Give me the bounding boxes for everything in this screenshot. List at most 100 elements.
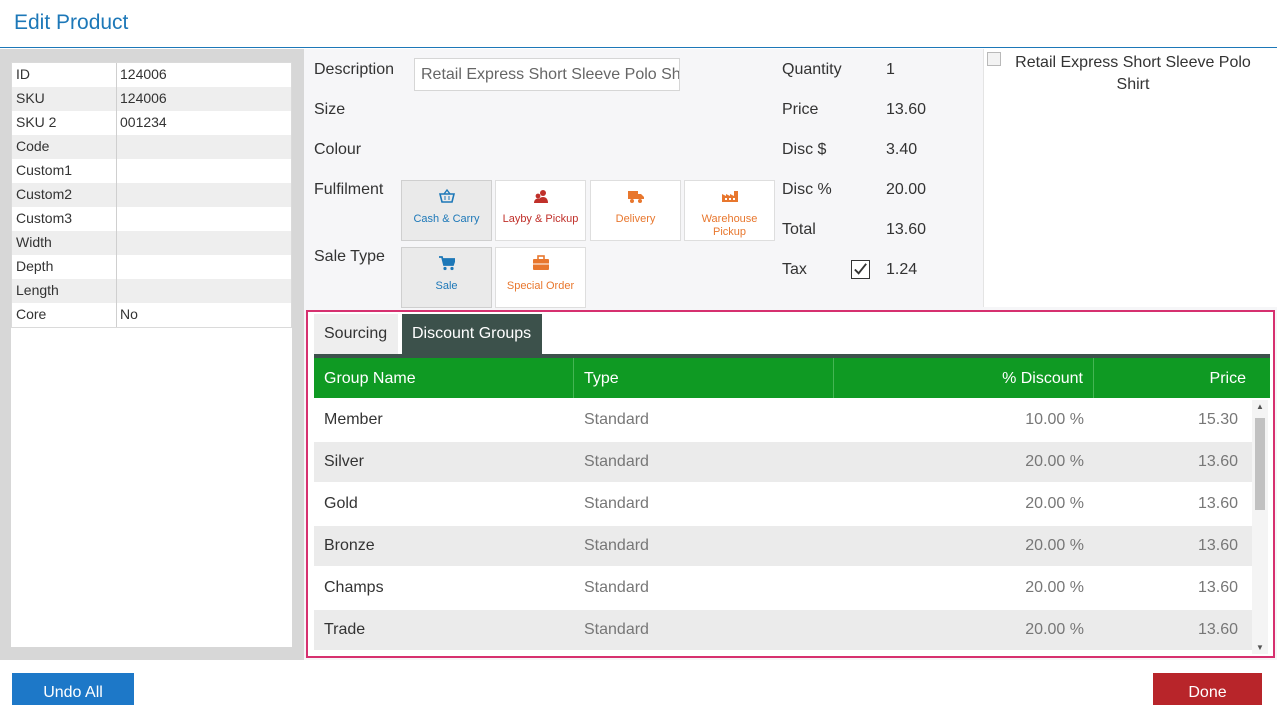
tab-discount-groups[interactable]: Discount Groups: [402, 314, 542, 354]
attribute-key: Code: [12, 135, 117, 159]
discount-cell: 20.00 %: [1025, 495, 1084, 512]
attribute-value[interactable]: [117, 159, 291, 183]
attribute-row-code: Code: [12, 135, 291, 159]
scroll-down-arrow-icon[interactable]: ▼: [1256, 643, 1264, 652]
attribute-value[interactable]: 124006: [117, 63, 291, 87]
type-cell: Standard: [584, 411, 649, 428]
undo-all-button[interactable]: Undo All: [12, 673, 134, 705]
group-name-cell: Bronze: [324, 537, 375, 554]
sale-type-option-label: Sale: [435, 280, 458, 292]
fulfilment-warehouse-pickup-button[interactable]: Warehouse Pickup: [684, 180, 775, 241]
description-label: Description: [314, 61, 395, 78]
description-input[interactable]: Retail Express Short Sleeve Polo Shirt: [414, 58, 680, 91]
attribute-row-depth: Depth: [12, 255, 291, 279]
group-name-cell: Member: [324, 411, 383, 428]
attribute-value[interactable]: [117, 135, 291, 159]
attribute-value[interactable]: [117, 255, 291, 279]
sale-type-option-label: Special Order: [506, 280, 575, 292]
attribute-value[interactable]: [117, 183, 291, 207]
discount-groups-section: Sourcing Discount Groups Group Name Type…: [306, 310, 1275, 658]
attribute-value[interactable]: 001234: [117, 111, 291, 135]
grid-scrollbar[interactable]: ▲ ▼: [1252, 400, 1268, 654]
attribute-value[interactable]: 124006: [117, 87, 291, 111]
price-cell: 13.60: [1197, 453, 1238, 470]
attribute-value[interactable]: [117, 279, 291, 303]
sale-type-sale-button[interactable]: Sale: [401, 247, 492, 308]
type-cell: Standard: [584, 453, 649, 470]
fulfilment-label: Fulfilment: [314, 181, 384, 198]
attribute-row-length: Length: [12, 279, 291, 303]
group-name-cell: Champs: [324, 579, 384, 596]
column-header-price[interactable]: Price: [1094, 358, 1270, 398]
sale-type-special-order-button[interactable]: Special Order: [495, 247, 586, 308]
group-name-cell: Gold: [324, 495, 358, 512]
type-cell: Standard: [584, 495, 649, 512]
disc-percent-label: Disc %: [782, 181, 832, 198]
attributes-panel: ID 124006 SKU 124006 SKU 2 001234 Code Cust…: [11, 62, 292, 647]
discount-cell: 20.00 %: [1025, 537, 1084, 554]
table-row[interactable]: Trade Standard 20.00 % 13.60: [314, 610, 1252, 652]
fulfilment-option-label: Warehouse Pickup: [701, 213, 758, 238]
attribute-key: Depth: [12, 255, 117, 279]
price-cell: 13.60: [1197, 537, 1238, 554]
attribute-value[interactable]: [117, 231, 291, 255]
table-row[interactable]: Silver Standard 20.00 % 13.60: [314, 442, 1252, 484]
disc-amount-value[interactable]: 3.40: [886, 141, 917, 159]
size-label: Size: [314, 101, 346, 118]
checkmark-icon: [854, 263, 867, 275]
attribute-key: Custom2: [12, 183, 117, 207]
column-header-group-name[interactable]: Group Name: [314, 358, 574, 398]
fulfilment-option-label: Layby & Pickup: [502, 213, 579, 225]
warehouse-icon: [721, 191, 738, 202]
table-row[interactable]: Champs Standard 20.00 % 13.60: [314, 568, 1252, 610]
scrollbar-thumb[interactable]: [1255, 418, 1265, 510]
briefcase-icon: [532, 255, 549, 270]
attribute-row-sku2: SKU 2 001234: [12, 111, 291, 135]
attributes-table: ID 124006 SKU 124006 SKU 2 001234 Code Cust…: [11, 62, 292, 328]
price-cell: 15.30: [1197, 411, 1238, 428]
table-row[interactable]: Gold Standard 20.00 % 13.60: [314, 484, 1252, 526]
cart-icon: [438, 256, 455, 271]
attribute-key: SKU: [12, 87, 117, 111]
group-name-cell: Silver: [324, 453, 365, 470]
disc-percent-value[interactable]: 20.00: [886, 181, 926, 199]
dialog-body: ID 124006 SKU 124006 SKU 2 001234 Code Cust…: [0, 49, 1277, 660]
total-value: 13.60: [886, 221, 927, 238]
fulfilment-cash-carry-button[interactable]: Cash & Carry: [401, 180, 492, 241]
attribute-row-custom2: Custom2: [12, 183, 291, 207]
price-label: Price: [782, 101, 819, 118]
disc-amount-label: Disc $: [782, 141, 827, 158]
table-row[interactable]: Member Standard 10.00 % 15.30: [314, 400, 1252, 442]
tax-checkbox[interactable]: [851, 260, 870, 279]
quantity-label: Quantity: [782, 61, 842, 78]
table-row[interactable]: Bronze Standard 20.00 % 13.60: [314, 526, 1252, 568]
product-detail-panel: Description Retail Express Short Sleeve …: [304, 49, 1277, 660]
type-cell: Standard: [584, 621, 649, 638]
discount-groups-grid: Member Standard 10.00 % 15.30 Silver Sta…: [314, 400, 1252, 654]
type-cell: Standard: [584, 579, 649, 596]
attribute-row-custom3: Custom3: [12, 207, 291, 231]
attribute-row-custom1: Custom1: [12, 159, 291, 183]
quantity-value[interactable]: 1: [886, 61, 895, 79]
attribute-key: Custom3: [12, 207, 117, 231]
scroll-up-arrow-icon[interactable]: ▲: [1256, 402, 1264, 411]
attribute-value[interactable]: [117, 207, 291, 231]
attribute-row-id: ID 124006: [12, 63, 291, 87]
people-icon: [533, 190, 548, 203]
done-button[interactable]: Done: [1153, 673, 1262, 705]
column-header-type[interactable]: Type: [574, 358, 834, 398]
attribute-row-sku: SKU 124006: [12, 87, 291, 111]
fulfilment-delivery-button[interactable]: Delivery: [590, 180, 681, 241]
attribute-key: SKU 2: [12, 111, 117, 135]
tab-sourcing[interactable]: Sourcing: [314, 314, 398, 354]
price-cell: 13.60: [1197, 579, 1238, 596]
product-image-alt: Retail Express Short Sleeve Polo Shirt: [1015, 54, 1251, 93]
attribute-key: Width: [12, 231, 117, 255]
price-cell: 13.60: [1197, 495, 1238, 512]
basket-icon: [438, 188, 455, 203]
price-value[interactable]: 13.60: [886, 101, 926, 119]
fulfilment-layby-pickup-button[interactable]: Layby & Pickup: [495, 180, 586, 241]
grid-header: Group Name Type % Discount Price: [314, 358, 1270, 398]
column-header-discount[interactable]: % Discount: [834, 358, 1094, 398]
attribute-value[interactable]: No: [117, 303, 291, 327]
